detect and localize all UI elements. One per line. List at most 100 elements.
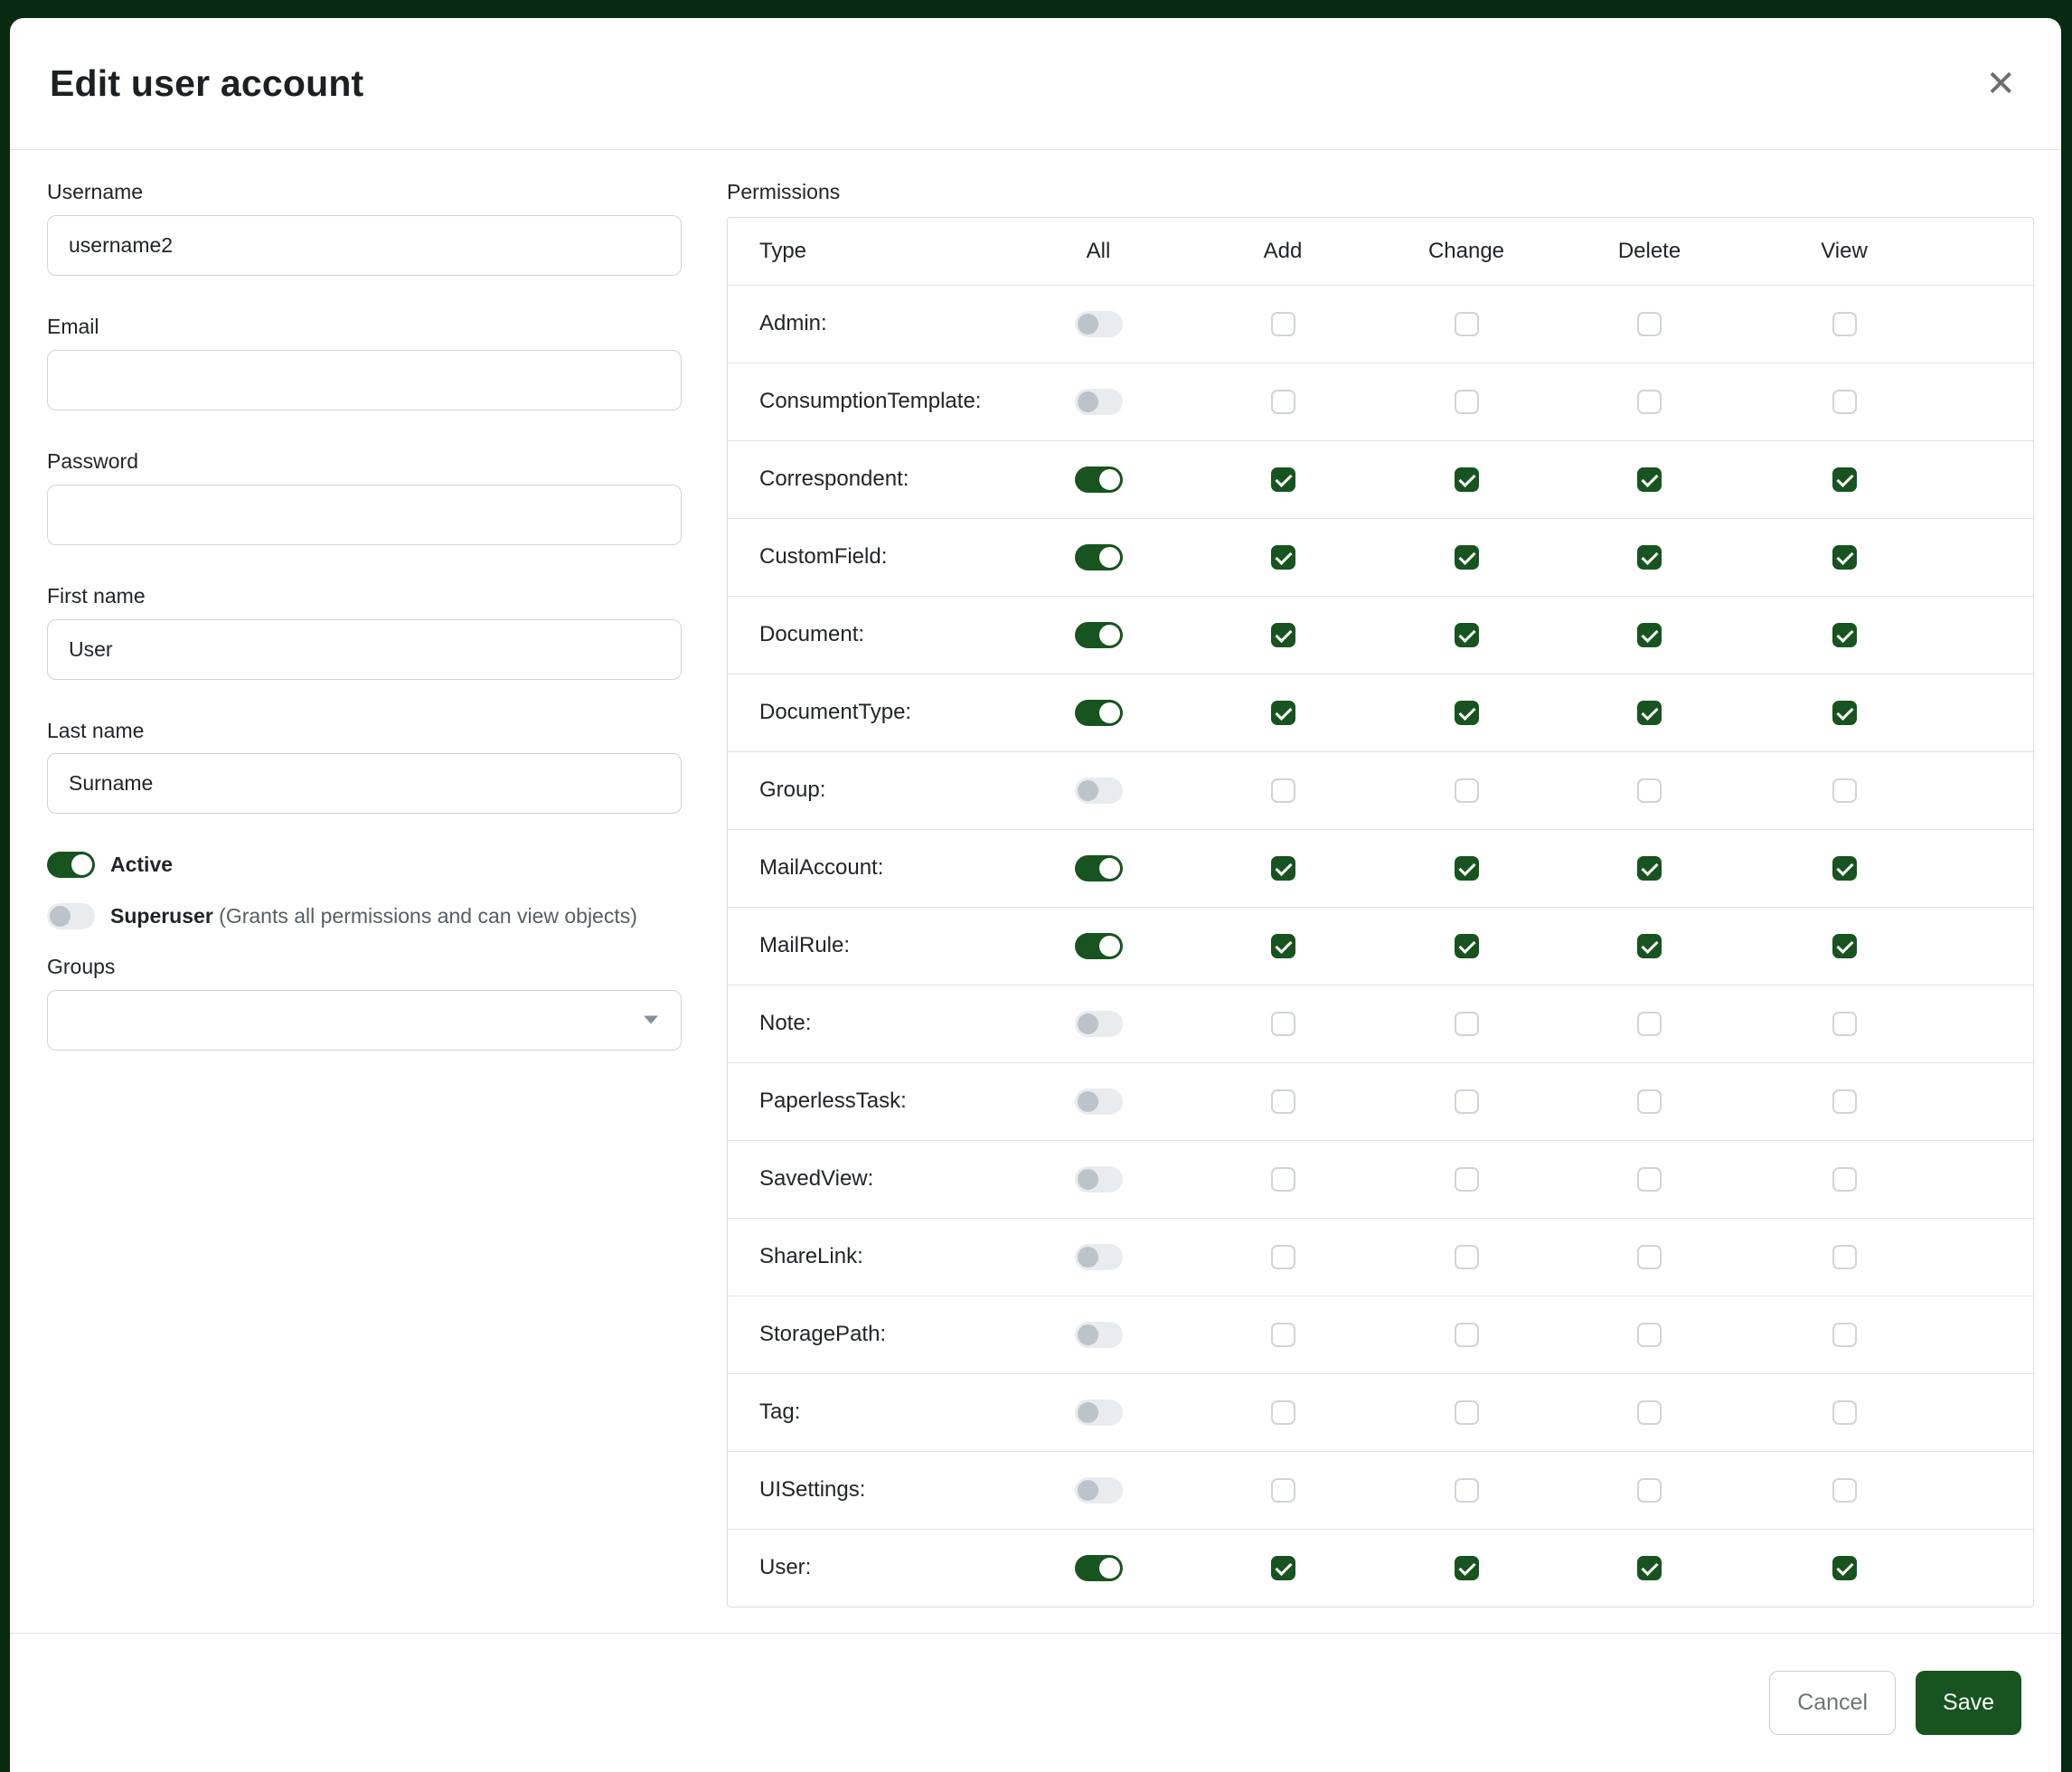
- perm-add-checkbox[interactable]: [1271, 623, 1295, 647]
- perm-change-checkbox[interactable]: [1455, 1012, 1479, 1036]
- perm-change-checkbox[interactable]: [1455, 467, 1479, 492]
- perm-add-checkbox[interactable]: [1271, 778, 1295, 803]
- perm-delete-checkbox[interactable]: [1637, 1478, 1662, 1503]
- perm-change-checkbox[interactable]: [1455, 1167, 1479, 1192]
- perm-all-toggle[interactable]: [1075, 1400, 1123, 1426]
- perm-change-checkbox[interactable]: [1455, 390, 1479, 414]
- perm-change-checkbox[interactable]: [1455, 856, 1479, 881]
- permissions-table: Type All Add Change Delete View Admin:Co…: [727, 217, 2034, 1607]
- column-header-all: All: [1006, 239, 1191, 264]
- perm-view-checkbox[interactable]: [1832, 545, 1857, 570]
- close-icon[interactable]: ✕: [1980, 61, 2021, 108]
- perm-view-checkbox[interactable]: [1832, 1245, 1857, 1269]
- perm-all-toggle[interactable]: [1075, 1166, 1123, 1192]
- perm-change-checkbox[interactable]: [1455, 312, 1479, 336]
- perm-change-checkbox[interactable]: [1455, 1323, 1479, 1347]
- perm-all-toggle[interactable]: [1075, 1477, 1123, 1503]
- perm-view-checkbox[interactable]: [1832, 778, 1857, 803]
- perm-all-toggle[interactable]: [1075, 700, 1123, 726]
- perm-all-toggle[interactable]: [1075, 1322, 1123, 1348]
- perm-view-checkbox[interactable]: [1832, 312, 1857, 336]
- perm-add-checkbox[interactable]: [1271, 312, 1295, 336]
- perm-add-checkbox[interactable]: [1271, 701, 1295, 725]
- perm-delete-checkbox[interactable]: [1637, 1167, 1662, 1192]
- perm-view-checkbox[interactable]: [1832, 1478, 1857, 1503]
- perm-add-checkbox[interactable]: [1271, 1089, 1295, 1114]
- perm-delete-checkbox[interactable]: [1637, 1089, 1662, 1114]
- perm-delete-checkbox[interactable]: [1637, 934, 1662, 958]
- perm-add-checkbox[interactable]: [1271, 934, 1295, 958]
- perm-view-checkbox[interactable]: [1832, 1400, 1857, 1425]
- perm-add-checkbox[interactable]: [1271, 1323, 1295, 1347]
- perm-all-toggle[interactable]: [1075, 778, 1123, 804]
- perm-add-checkbox[interactable]: [1271, 1012, 1295, 1036]
- perm-delete-checkbox[interactable]: [1637, 1556, 1662, 1580]
- perm-add-checkbox[interactable]: [1271, 390, 1295, 414]
- perm-all-toggle[interactable]: [1075, 933, 1123, 959]
- perm-change-checkbox[interactable]: [1455, 1556, 1479, 1580]
- perm-delete-checkbox[interactable]: [1637, 701, 1662, 725]
- superuser-toggle[interactable]: [47, 903, 95, 929]
- perm-view-checkbox[interactable]: [1832, 1089, 1857, 1114]
- perm-change-checkbox[interactable]: [1455, 623, 1479, 647]
- first-name-field[interactable]: [47, 619, 682, 680]
- perm-all-toggle[interactable]: [1075, 389, 1123, 415]
- perm-delete-checkbox[interactable]: [1637, 856, 1662, 881]
- perm-all-toggle[interactable]: [1075, 1011, 1123, 1037]
- perm-delete-checkbox[interactable]: [1637, 778, 1662, 803]
- username-input[interactable]: [47, 215, 682, 276]
- perm-all-toggle[interactable]: [1075, 1244, 1123, 1270]
- perm-view-checkbox[interactable]: [1832, 1167, 1857, 1192]
- perm-change-checkbox[interactable]: [1455, 1478, 1479, 1503]
- perm-add-checkbox[interactable]: [1271, 1556, 1295, 1580]
- perm-delete-checkbox[interactable]: [1637, 467, 1662, 492]
- perm-view-checkbox[interactable]: [1832, 1012, 1857, 1036]
- perm-delete-checkbox[interactable]: [1637, 1323, 1662, 1347]
- perm-change-checkbox[interactable]: [1455, 701, 1479, 725]
- perm-delete-checkbox[interactable]: [1637, 390, 1662, 414]
- cancel-button[interactable]: Cancel: [1769, 1671, 1896, 1735]
- perm-all-toggle[interactable]: [1075, 622, 1123, 648]
- perm-all-toggle[interactable]: [1075, 1555, 1123, 1581]
- perm-view-checkbox[interactable]: [1832, 1323, 1857, 1347]
- permission-row: Admin:: [728, 285, 2033, 363]
- perm-change-checkbox[interactable]: [1455, 545, 1479, 570]
- perm-delete-checkbox[interactable]: [1637, 623, 1662, 647]
- perm-view-checkbox[interactable]: [1832, 856, 1857, 881]
- perm-add-checkbox[interactable]: [1271, 467, 1295, 492]
- perm-delete-checkbox[interactable]: [1637, 312, 1662, 336]
- save-button[interactable]: Save: [1916, 1671, 2021, 1735]
- perm-all-toggle[interactable]: [1075, 311, 1123, 337]
- last-name-field[interactable]: [47, 753, 682, 814]
- perm-change-checkbox[interactable]: [1455, 1089, 1479, 1114]
- perm-add-checkbox[interactable]: [1271, 1245, 1295, 1269]
- perm-all-toggle[interactable]: [1075, 855, 1123, 881]
- email-field[interactable]: [47, 350, 682, 410]
- groups-select[interactable]: [47, 990, 682, 1051]
- perm-delete-checkbox[interactable]: [1637, 545, 1662, 570]
- perm-delete-checkbox[interactable]: [1637, 1012, 1662, 1036]
- perm-delete-checkbox[interactable]: [1637, 1400, 1662, 1425]
- perm-add-checkbox[interactable]: [1271, 1400, 1295, 1425]
- perm-view-checkbox[interactable]: [1832, 934, 1857, 958]
- perm-change-checkbox[interactable]: [1455, 934, 1479, 958]
- active-toggle[interactable]: [47, 852, 95, 878]
- perm-all-toggle[interactable]: [1075, 544, 1123, 570]
- perm-change-checkbox[interactable]: [1455, 1400, 1479, 1425]
- perm-change-checkbox[interactable]: [1455, 778, 1479, 803]
- perm-all-toggle[interactable]: [1075, 1089, 1123, 1115]
- perm-view-checkbox[interactable]: [1832, 1556, 1857, 1580]
- password-field[interactable]: [47, 485, 682, 545]
- perm-view-checkbox[interactable]: [1832, 623, 1857, 647]
- email-label: Email: [47, 314, 682, 341]
- perm-delete-checkbox[interactable]: [1637, 1245, 1662, 1269]
- perm-add-checkbox[interactable]: [1271, 1478, 1295, 1503]
- perm-add-checkbox[interactable]: [1271, 856, 1295, 881]
- perm-view-checkbox[interactable]: [1832, 390, 1857, 414]
- perm-add-checkbox[interactable]: [1271, 1167, 1295, 1192]
- perm-view-checkbox[interactable]: [1832, 701, 1857, 725]
- perm-view-checkbox[interactable]: [1832, 467, 1857, 492]
- perm-add-checkbox[interactable]: [1271, 545, 1295, 570]
- perm-all-toggle[interactable]: [1075, 467, 1123, 493]
- perm-change-checkbox[interactable]: [1455, 1245, 1479, 1269]
